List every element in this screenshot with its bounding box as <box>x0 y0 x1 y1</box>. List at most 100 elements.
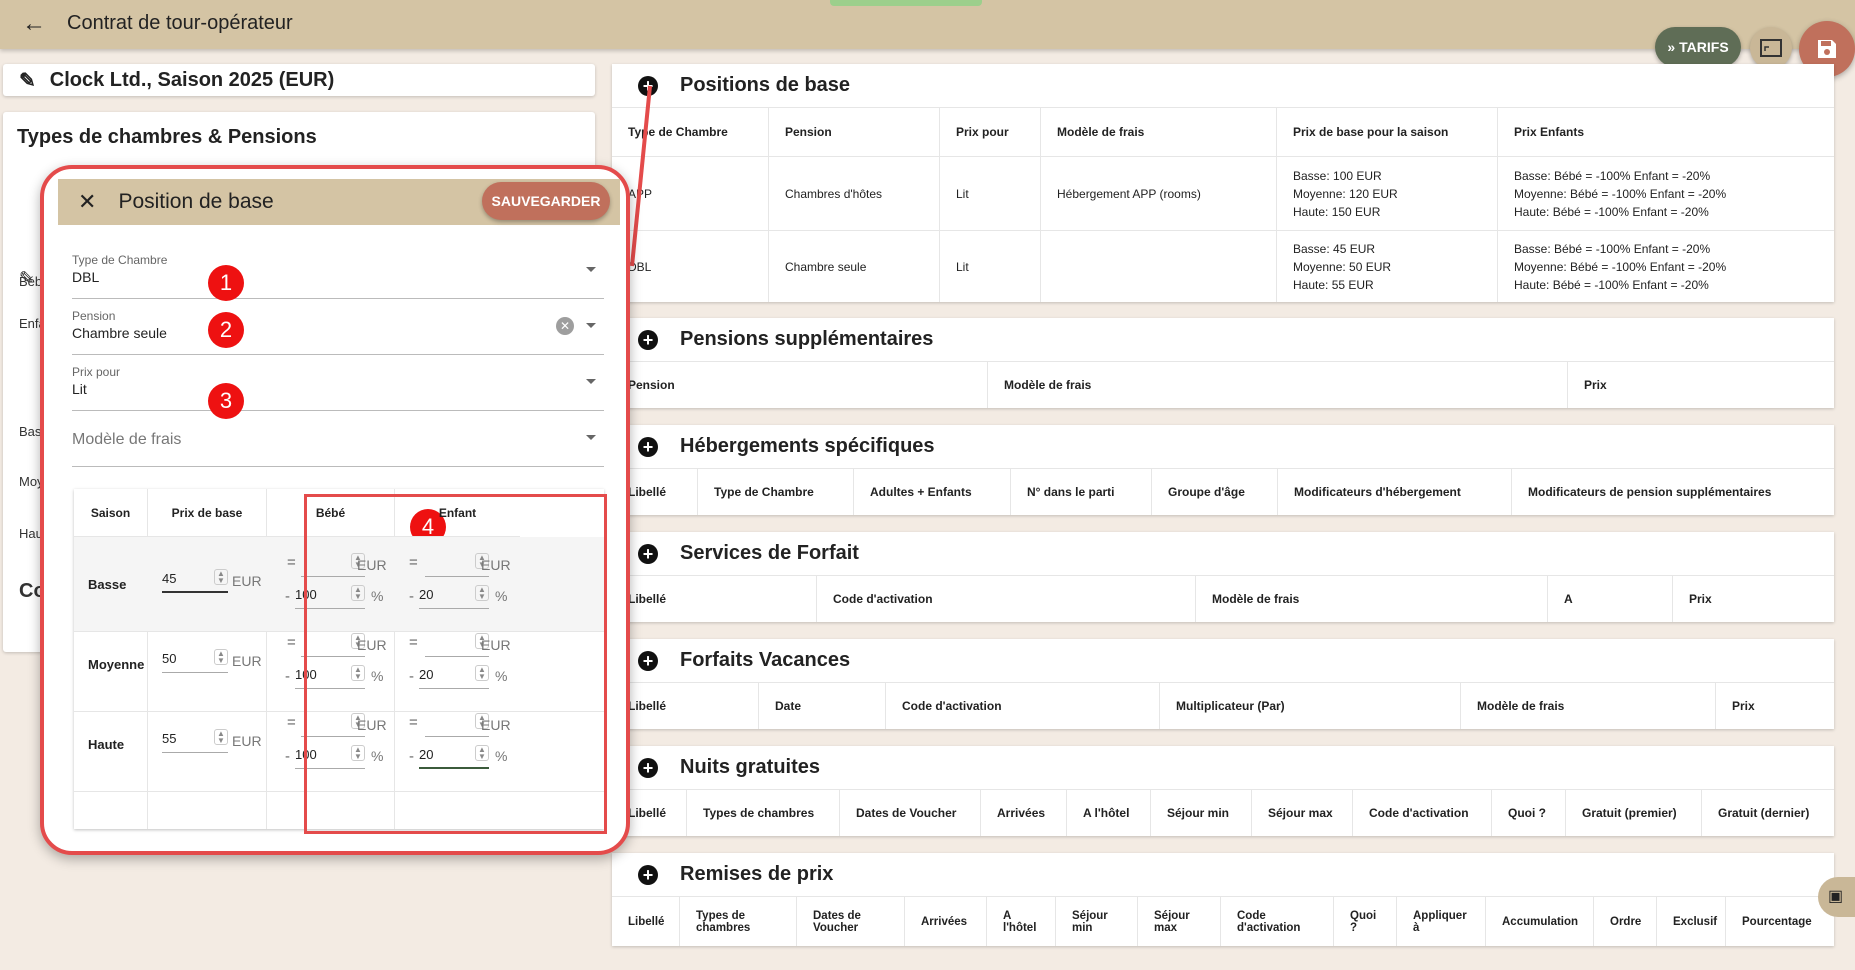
input-value: 55 <box>162 731 177 746</box>
spinner-icon[interactable]: ▲ ▼ <box>214 729 228 745</box>
column-header: Saison <box>74 489 147 537</box>
price-line: Haute: 55 EUR <box>1293 277 1374 292</box>
field-value: Lit <box>72 381 87 397</box>
add-icon[interactable]: + <box>638 329 658 350</box>
dropdown-arrow-icon[interactable] <box>586 435 596 440</box>
chat-button[interactable]: ▣ <box>1818 877 1855 917</box>
column-header: Dates de Voucher <box>797 897 905 946</box>
chat-icon: ▣ <box>1828 888 1844 905</box>
column-header: Accumulation <box>1486 897 1594 946</box>
highlight-box <box>304 494 607 834</box>
column-header: Pension <box>612 362 988 408</box>
add-icon[interactable]: + <box>638 864 658 885</box>
stub-text: Béb <box>19 274 43 289</box>
add-icon[interactable]: + <box>638 757 658 778</box>
field-label: Prix pour <box>72 365 121 379</box>
fullscreen-icon <box>1760 39 1782 57</box>
dropdown-arrow-icon[interactable] <box>586 323 596 328</box>
table-row[interactable]: APP Chambres d'hôtes Lit Hébergement APP… <box>612 156 1834 230</box>
add-icon[interactable]: + <box>638 436 658 457</box>
table-header: Libellé Types de chambres Dates de Vouch… <box>612 897 1834 946</box>
section-extra-pensions: + Pensions supplémentaires Pension Modèle… <box>612 318 1834 408</box>
minus-sign: - <box>285 748 290 765</box>
column-header: Prix <box>1732 699 1755 713</box>
app-bar: ← Contrat de tour-opérateur <box>0 0 1855 49</box>
price-line: Moyenne: 50 EUR <box>1293 259 1392 274</box>
column-header: Quoi ? <box>1334 897 1397 946</box>
currency-label: EUR <box>232 733 262 749</box>
input-value: 45 <box>162 571 177 586</box>
section-title: Remises de prix <box>680 863 834 885</box>
pencil-icon[interactable]: ✎ <box>19 68 36 93</box>
table-row[interactable]: DBL Chambre seule Lit Basse: 45 EUR Moye… <box>612 230 1834 302</box>
column-header: Groupe d'âge <box>1152 469 1278 515</box>
section-price-discounts: + Remises de prix Libellé Types de chambr… <box>612 853 1834 946</box>
section-specific-accommodations: + Hébergements spécifiques Libellé Type d… <box>612 425 1834 515</box>
base-price-input[interactable]: 50 ▲ ▼ <box>162 643 228 673</box>
back-arrow-icon[interactable]: ← <box>22 10 46 38</box>
column-header: Séjour min <box>1151 790 1252 836</box>
spinner-icon[interactable]: ▲ ▼ <box>214 649 228 665</box>
column-header: Adultes + Enfants <box>854 469 1011 515</box>
close-icon[interactable]: ✕ <box>78 189 96 215</box>
column-header: Pourcentage <box>1742 915 1812 928</box>
base-price-input[interactable]: 55 ▲ ▼ <box>162 723 228 753</box>
column-header: Date <box>759 683 886 729</box>
section-free-nights: + Nuits gratuites Libellé Types de chambr… <box>612 746 1834 836</box>
price-per-select[interactable]: Prix pour Lit <box>72 357 604 411</box>
price-line: Basse: Bébé = -100% Enfant = -20% <box>1514 241 1711 256</box>
price-line: Moyenne: Bébé = -100% Enfant = -20% <box>1514 186 1727 201</box>
column-header: Prix pour <box>940 108 1041 156</box>
cell-fee-model <box>1041 231 1277 302</box>
floppy-save-icon <box>1818 40 1836 58</box>
fee-model-select[interactable]: Modèle de frais <box>72 413 604 467</box>
column-header: Séjour max <box>1252 790 1353 836</box>
column-header: Types de chambres <box>680 897 797 946</box>
column-header: Quoi ? <box>1492 790 1566 836</box>
season-label: Haute <box>88 737 125 752</box>
base-price-input[interactable]: 45 ▲ ▼ <box>162 563 228 593</box>
currency-label: EUR <box>232 653 262 669</box>
column-header: Modèle de frais <box>1196 576 1548 622</box>
column-header: Modificateurs de pension supplémentaires <box>1528 485 1772 499</box>
column-header: N° dans le parti <box>1011 469 1152 515</box>
add-icon[interactable]: + <box>638 650 658 671</box>
fullscreen-button[interactable] <box>1750 27 1792 69</box>
currency-label: EUR <box>232 573 262 589</box>
spinner-icon[interactable]: ▲ ▼ <box>214 569 228 585</box>
dropdown-arrow-icon[interactable] <box>586 379 596 384</box>
section-title: Positions de base <box>680 74 851 96</box>
pension-select[interactable]: Pension Chambre seule ✕ <box>72 301 604 355</box>
section-base-positions: + Positions de base Type de Chambre Pensi… <box>612 64 1834 302</box>
price-line: Basse: Bébé = -100% Enfant = -20% <box>1514 168 1711 183</box>
column-header: Libellé <box>612 576 817 622</box>
column-header: A l'hôtel <box>987 897 1056 946</box>
cell-pension: Chambres d'hôtes <box>769 157 940 230</box>
cell-base-prices: Basse: 45 EUR Moyenne: 50 EUR Haute: 55 … <box>1277 231 1498 302</box>
dropdown-arrow-icon[interactable] <box>586 267 596 272</box>
cell-price-per: Lit <box>940 157 1041 230</box>
section-title: Forfaits Vacances <box>680 649 851 671</box>
double-chevron-icon: » <box>1667 39 1676 55</box>
column-header: A <box>1548 576 1673 622</box>
column-header: Modificateurs d'hébergement <box>1278 469 1512 515</box>
tarifs-button[interactable]: » TARIFS <box>1655 27 1741 67</box>
column-header: Arrivées <box>981 790 1067 836</box>
column-header: Code d'activation <box>817 576 1196 622</box>
clear-icon[interactable]: ✕ <box>556 317 574 335</box>
save-button[interactable]: SAUVEGARDER <box>482 182 610 220</box>
step-badge: 2 <box>208 312 244 348</box>
column-header: Prix <box>1584 378 1607 392</box>
column-header: Exclusif <box>1657 897 1726 946</box>
column-header: Code d'activation <box>1353 790 1492 836</box>
room-type-select[interactable]: Type de Chambre DBL <box>72 245 604 299</box>
column-header: Modèle de frais <box>1461 683 1716 729</box>
price-line: Haute: Bébé = -100% Enfant = -20% <box>1514 277 1709 292</box>
contract-name: Clock Ltd., Saison 2025 (EUR) <box>49 68 335 91</box>
price-line: Haute: 150 EUR <box>1293 204 1381 219</box>
column-header: A l'hôtel <box>1067 790 1151 836</box>
table-header: Libellé Types de chambres Dates de Vouch… <box>612 790 1834 836</box>
table-header: Libellé Type de Chambre Adultes + Enfant… <box>612 469 1834 515</box>
step-badge: 3 <box>208 383 244 419</box>
add-icon[interactable]: + <box>638 543 658 564</box>
